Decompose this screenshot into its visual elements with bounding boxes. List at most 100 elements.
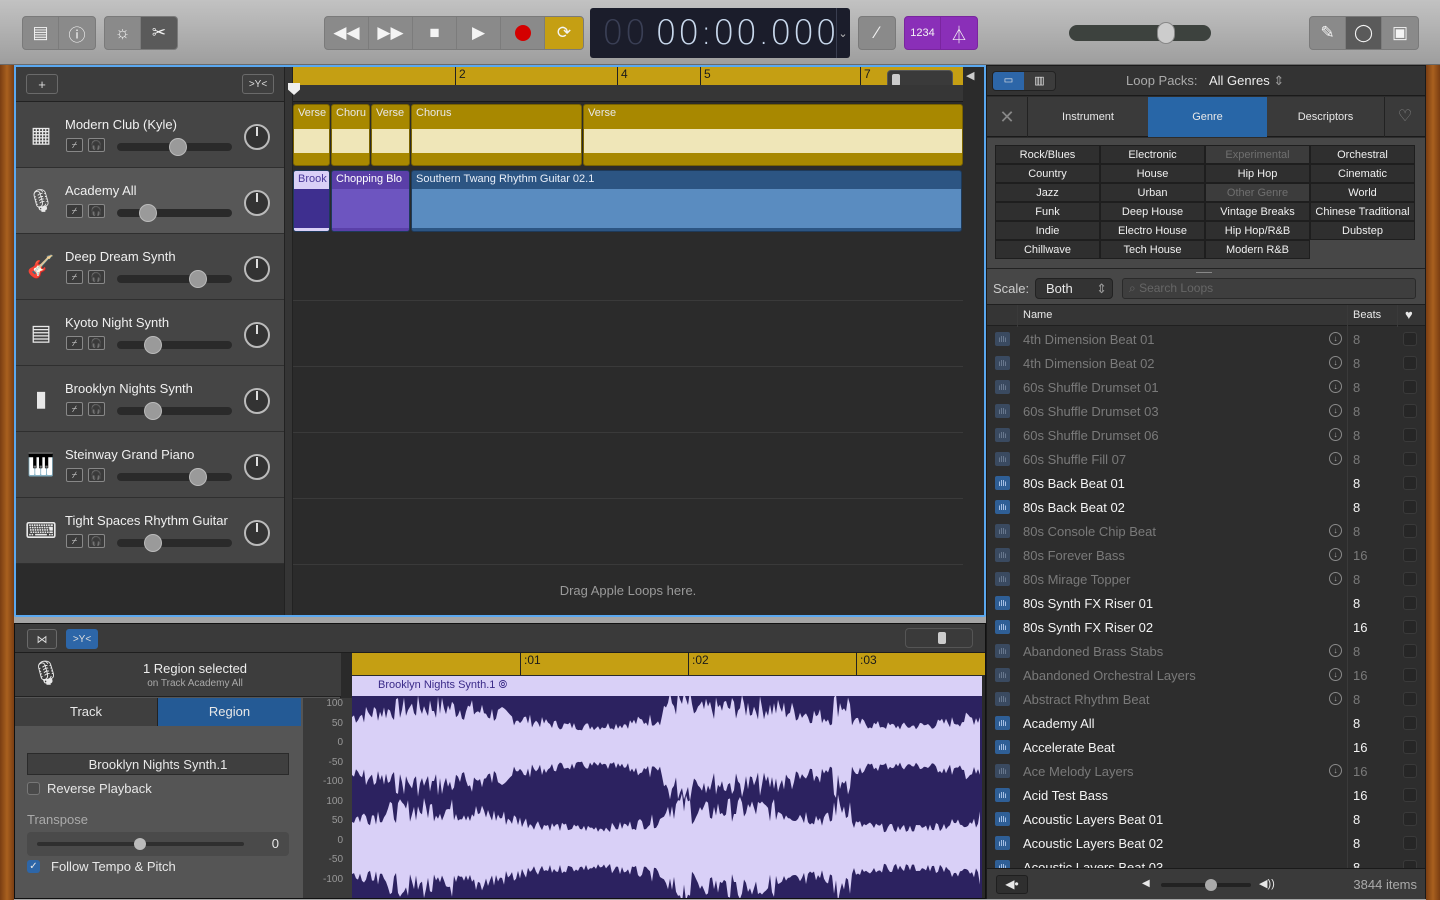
favorite-checkbox[interactable] bbox=[1403, 524, 1417, 538]
pan-knob[interactable] bbox=[244, 454, 270, 480]
download-icon[interactable]: ↓ bbox=[1329, 572, 1342, 585]
genre-button[interactable]: Cinematic bbox=[1310, 164, 1415, 183]
favorite-checkbox[interactable] bbox=[1403, 692, 1417, 706]
favorite-checkbox[interactable] bbox=[1403, 860, 1417, 868]
volume-slider[interactable] bbox=[117, 138, 232, 156]
download-icon[interactable]: ↓ bbox=[1329, 764, 1342, 777]
add-track-button[interactable]: + bbox=[26, 74, 58, 94]
loop-row[interactable]: ıllı 80s Back Beat 02 8 bbox=[987, 495, 1425, 519]
count-in-button[interactable]: 1234 bbox=[905, 17, 941, 49]
track-header[interactable]: ▦ Modern Club (Kyle) ⌿ 🎧 bbox=[16, 102, 284, 168]
volume-knob[interactable] bbox=[144, 534, 162, 552]
volume-knob[interactable] bbox=[144, 402, 162, 420]
editor-ruler[interactable]: :01 :02 :03 bbox=[352, 653, 985, 675]
region-track1[interactable]: Choru bbox=[331, 104, 370, 166]
tuner-icon[interactable]: ⁄ bbox=[859, 17, 895, 49]
loop-row[interactable]: ıllı 4th Dimension Beat 01 ↓ 8 bbox=[987, 327, 1425, 351]
button-view-icon[interactable]: ▭ bbox=[993, 72, 1024, 90]
catch-playhead-icon[interactable]: >Y< bbox=[242, 74, 274, 94]
headphones-icon[interactable]: 🎧 bbox=[88, 270, 105, 284]
favorite-checkbox[interactable] bbox=[1403, 500, 1417, 514]
mute-icon[interactable]: ⌿ bbox=[66, 468, 83, 482]
favorite-checkbox[interactable] bbox=[1403, 548, 1417, 562]
waveform-icon[interactable]: ⋈ bbox=[27, 629, 57, 649]
loop-row[interactable]: ıllı Accelerate Beat 16 bbox=[987, 735, 1425, 759]
loop-row[interactable]: ıllı 4th Dimension Beat 02 ↓ 8 bbox=[987, 351, 1425, 375]
waveform[interactable] bbox=[352, 696, 982, 898]
transpose-knob[interactable] bbox=[134, 838, 146, 850]
loop-row[interactable]: ıllı 60s Shuffle Drumset 03 ↓ 8 bbox=[987, 399, 1425, 423]
track-header[interactable]: ⌨ Tight Spaces Rhythm Guitar ⌿ 🎧 bbox=[16, 498, 284, 564]
favorite-checkbox[interactable] bbox=[1403, 476, 1417, 490]
favorite-checkbox[interactable] bbox=[1403, 404, 1417, 418]
loop-row[interactable]: ıllı 60s Shuffle Fill 07 ↓ 8 bbox=[987, 447, 1425, 471]
track-header[interactable]: ▤ Kyoto Night Synth ⌿ 🎧 bbox=[16, 300, 284, 366]
master-volume-knob[interactable] bbox=[1157, 22, 1176, 44]
loop-row[interactable]: ıllı 80s Synth FX Riser 01 8 bbox=[987, 591, 1425, 615]
genre-button[interactable]: House bbox=[1100, 164, 1205, 183]
tab-region[interactable]: Region bbox=[158, 698, 301, 726]
favorites-heart-icon[interactable]: ♡ bbox=[1385, 97, 1425, 137]
download-icon[interactable]: ↓ bbox=[1329, 524, 1342, 537]
library-icon[interactable]: ▤ bbox=[23, 17, 59, 49]
editors-icon[interactable]: ✂ bbox=[141, 17, 177, 49]
fast-forward-icon[interactable]: ▶▶ bbox=[369, 17, 413, 49]
genre-button[interactable]: Urban bbox=[1100, 183, 1205, 202]
resize-handle[interactable] bbox=[1196, 272, 1212, 273]
loop-row[interactable]: ıllı Acid Test Bass 16 bbox=[987, 783, 1425, 807]
volume-knob[interactable] bbox=[189, 468, 207, 486]
loop-row[interactable]: ıllı 80s Forever Bass ↓ 16 bbox=[987, 543, 1425, 567]
loop-row[interactable]: ıllı 80s Back Beat 01 8 bbox=[987, 471, 1425, 495]
loop-row[interactable]: ıllı 80s Console Chip Beat ↓ 8 bbox=[987, 519, 1425, 543]
favorite-checkbox[interactable] bbox=[1403, 836, 1417, 850]
download-icon[interactable]: ↓ bbox=[1329, 428, 1342, 441]
loop-row[interactable]: ıllı Acoustic Layers Beat 01 8 bbox=[987, 807, 1425, 831]
pan-knob[interactable] bbox=[244, 124, 270, 150]
track-header[interactable]: 🎙 Academy All ⌿ 🎧 bbox=[16, 168, 284, 234]
favorite-checkbox[interactable] bbox=[1403, 332, 1417, 346]
stop-icon[interactable]: ■ bbox=[413, 17, 457, 49]
download-icon[interactable]: ↓ bbox=[1329, 332, 1342, 345]
pan-knob[interactable] bbox=[244, 520, 270, 546]
tab-instrument[interactable]: Instrument bbox=[1028, 97, 1148, 137]
volume-slider[interactable] bbox=[117, 270, 232, 288]
favorite-checkbox[interactable] bbox=[1403, 428, 1417, 442]
loop-row[interactable]: ıllı Abandoned Brass Stabs ↓ 8 bbox=[987, 639, 1425, 663]
loop-row[interactable]: ıllı Academy All 8 bbox=[987, 711, 1425, 735]
track-header[interactable]: 🎸 Deep Dream Synth ⌿ 🎧 bbox=[16, 234, 284, 300]
volume-knob[interactable] bbox=[144, 336, 162, 354]
editor-region-header[interactable]: Brooklyn Nights Synth.1 ⦾ bbox=[352, 676, 982, 696]
download-icon[interactable]: ↓ bbox=[1329, 668, 1342, 681]
download-icon[interactable]: ↓ bbox=[1329, 692, 1342, 705]
genre-button[interactable]: Country bbox=[995, 164, 1100, 183]
loop-row[interactable]: ıllı 60s Shuffle Drumset 01 ↓ 8 bbox=[987, 375, 1425, 399]
loop-row[interactable]: ıllı 80s Mirage Topper ↓ 8 bbox=[987, 567, 1425, 591]
region-track1[interactable]: Verse bbox=[583, 104, 963, 166]
loop-row[interactable]: ıllı Ace Melody Layers ↓ 16 bbox=[987, 759, 1425, 783]
track-header[interactable]: ▮ Brooklyn Nights Synth ⌿ 🎧 bbox=[16, 366, 284, 432]
favorite-checkbox[interactable] bbox=[1403, 356, 1417, 370]
catch-playhead-icon[interactable]: >Y< bbox=[66, 629, 98, 649]
tab-track[interactable]: Track bbox=[15, 698, 158, 726]
headphones-icon[interactable]: 🎧 bbox=[88, 468, 105, 482]
chevron-down-icon[interactable]: ⌄ bbox=[836, 8, 850, 58]
genre-button[interactable]: World bbox=[1310, 183, 1415, 202]
mute-icon[interactable]: ⌿ bbox=[66, 402, 83, 416]
loop-browser-icon[interactable]: ◯ bbox=[1346, 17, 1382, 49]
volume-knob[interactable] bbox=[189, 270, 207, 288]
genre-button[interactable]: Orchestral bbox=[1310, 145, 1415, 164]
pan-knob[interactable] bbox=[244, 322, 270, 348]
region-track1[interactable]: Chorus bbox=[411, 104, 582, 166]
collapse-icon[interactable]: ◀ bbox=[966, 69, 974, 82]
preview-volume-slider[interactable] bbox=[1161, 879, 1251, 891]
headphones-icon[interactable]: 🎧 bbox=[88, 204, 105, 218]
download-icon[interactable]: ↓ bbox=[1329, 404, 1342, 417]
favorite-checkbox[interactable] bbox=[1403, 812, 1417, 826]
tab-genre[interactable]: Genre bbox=[1148, 97, 1267, 137]
loop-row[interactable]: ıllı 80s Synth FX Riser 02 16 bbox=[987, 615, 1425, 639]
genre-button[interactable]: Electro House bbox=[1100, 221, 1205, 240]
reverse-playback-checkbox[interactable] bbox=[27, 782, 40, 795]
region-track2[interactable]: Brook bbox=[293, 170, 330, 232]
headphones-icon[interactable]: 🎧 bbox=[88, 534, 105, 548]
lcd-display[interactable]: 00 00:00.000 ⌄ bbox=[590, 8, 850, 58]
